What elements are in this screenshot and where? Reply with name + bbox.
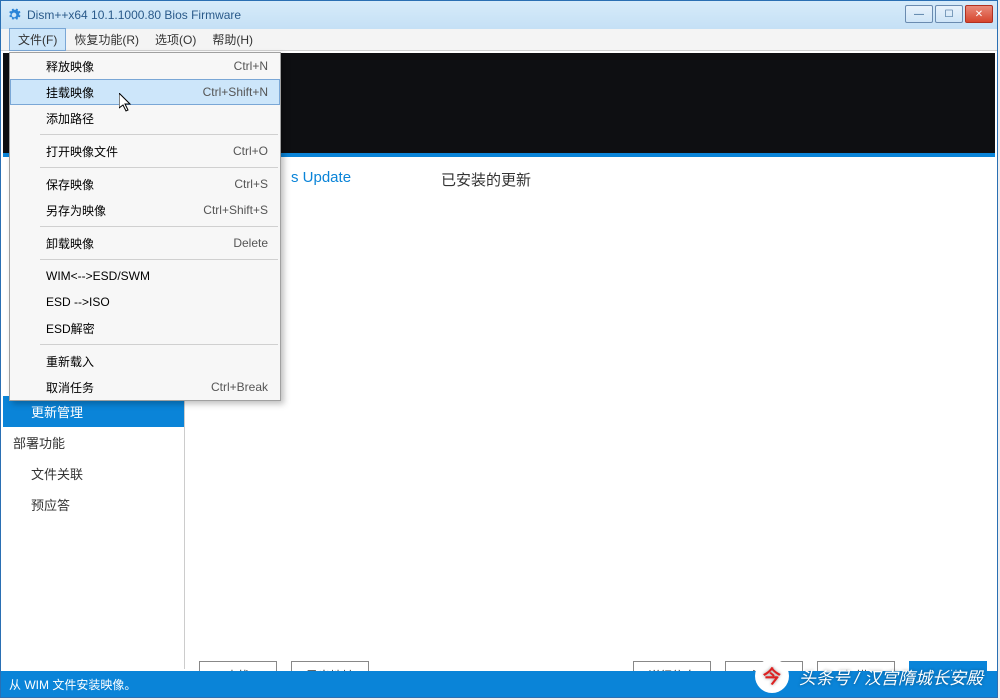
menu-item[interactable]: 取消任务 Ctrl+Break xyxy=(10,374,280,400)
menu-separator xyxy=(40,344,278,345)
menu-separator xyxy=(40,167,278,168)
menu-item-label: 挂载映像 xyxy=(46,84,94,101)
menu-item[interactable]: ESD -->ISO xyxy=(10,289,280,315)
watermark-text: 头条号 / 汉宫隋城长安殿 xyxy=(799,664,983,689)
menu-options[interactable]: 选项(O) xyxy=(147,29,204,50)
sidebar-group-deploy[interactable]: 部署功能 xyxy=(3,427,184,458)
app-window: Dism++x64 10.1.1000.80 Bios Firmware — ☐… xyxy=(0,0,998,698)
menu-item-shortcut: Ctrl+N xyxy=(234,59,268,73)
menu-help[interactable]: 帮助(H) xyxy=(204,29,261,50)
menu-item-label: 重新载入 xyxy=(46,353,94,370)
menu-file[interactable]: 文件(F) xyxy=(9,28,66,51)
menu-recover[interactable]: 恢复功能(R) xyxy=(66,29,147,50)
menu-item[interactable]: 保存映像 Ctrl+S xyxy=(10,171,280,197)
menu-item-label: ESD解密 xyxy=(46,320,95,337)
menu-item-shortcut: Ctrl+O xyxy=(233,144,268,158)
sidebar-item-preanswer[interactable]: 预应答 xyxy=(3,489,184,520)
menu-item[interactable]: 卸载映像 Delete xyxy=(10,230,280,256)
status-text: 从 WIM 文件安装映像。 xyxy=(9,676,136,693)
menu-item[interactable]: 打开映像文件 Ctrl+O xyxy=(10,138,280,164)
menu-item-shortcut: Ctrl+Shift+S xyxy=(203,203,268,217)
watermark-logo: 今 xyxy=(755,659,789,693)
window-title: Dism++x64 10.1.1000.80 Bios Firmware xyxy=(27,8,241,22)
menu-item[interactable]: 释放映像 Ctrl+N xyxy=(10,53,280,79)
window-controls: — ☐ ✕ xyxy=(905,5,993,23)
menu-item-label: ESD -->ISO xyxy=(46,295,110,309)
menu-item[interactable]: 重新载入 xyxy=(10,348,280,374)
menu-item[interactable]: ESD解密 xyxy=(10,315,280,341)
menu-separator xyxy=(40,259,278,260)
menu-item-shortcut: Delete xyxy=(233,236,268,250)
menu-item-label: 取消任务 xyxy=(46,379,94,396)
menu-item-label: WIM<-->ESD/SWM xyxy=(46,269,150,283)
tab-installed-updates[interactable]: 已安装的更新 xyxy=(441,169,531,190)
titlebar[interactable]: Dism++x64 10.1.1000.80 Bios Firmware — ☐… xyxy=(1,1,997,29)
menu-item-label: 打开映像文件 xyxy=(46,143,118,160)
watermark: 今 头条号 / 汉宫隋城长安殿 xyxy=(755,659,983,693)
sidebar-item-fileassoc[interactable]: 文件关联 xyxy=(3,458,184,489)
menu-item[interactable]: 添加路径 xyxy=(10,105,280,131)
menu-item-shortcut: Ctrl+Break xyxy=(211,380,268,394)
tabs: s Update 已安装的更新 xyxy=(185,159,995,190)
tab-windows-update[interactable]: s Update xyxy=(291,169,351,190)
menu-item-label: 保存映像 xyxy=(46,176,94,193)
main-panel: s Update 已安装的更新 xyxy=(185,159,995,669)
close-button[interactable]: ✕ xyxy=(965,5,993,23)
menu-item[interactable]: 挂载映像 Ctrl+Shift+N xyxy=(10,79,280,105)
maximize-button[interactable]: ☐ xyxy=(935,5,963,23)
file-dropdown: 释放映像 Ctrl+N 挂载映像 Ctrl+Shift+N 添加路径打开映像文件 Ctrl… xyxy=(9,52,281,401)
app-icon xyxy=(7,8,21,22)
menu-item-label: 卸载映像 xyxy=(46,235,94,252)
menu-item[interactable]: WIM<-->ESD/SWM xyxy=(10,263,280,289)
menubar: 文件(F) 恢复功能(R) 选项(O) 帮助(H) xyxy=(1,29,997,51)
menu-item-label: 释放映像 xyxy=(46,58,94,75)
menu-item[interactable]: 另存为映像 Ctrl+Shift+S xyxy=(10,197,280,223)
menu-separator xyxy=(40,226,278,227)
minimize-button[interactable]: — xyxy=(905,5,933,23)
menu-separator xyxy=(40,134,278,135)
menu-item-shortcut: Ctrl+S xyxy=(234,177,268,191)
menu-item-label: 另存为映像 xyxy=(46,202,106,219)
menu-item-shortcut: Ctrl+Shift+N xyxy=(203,85,268,99)
menu-item-label: 添加路径 xyxy=(46,110,94,127)
